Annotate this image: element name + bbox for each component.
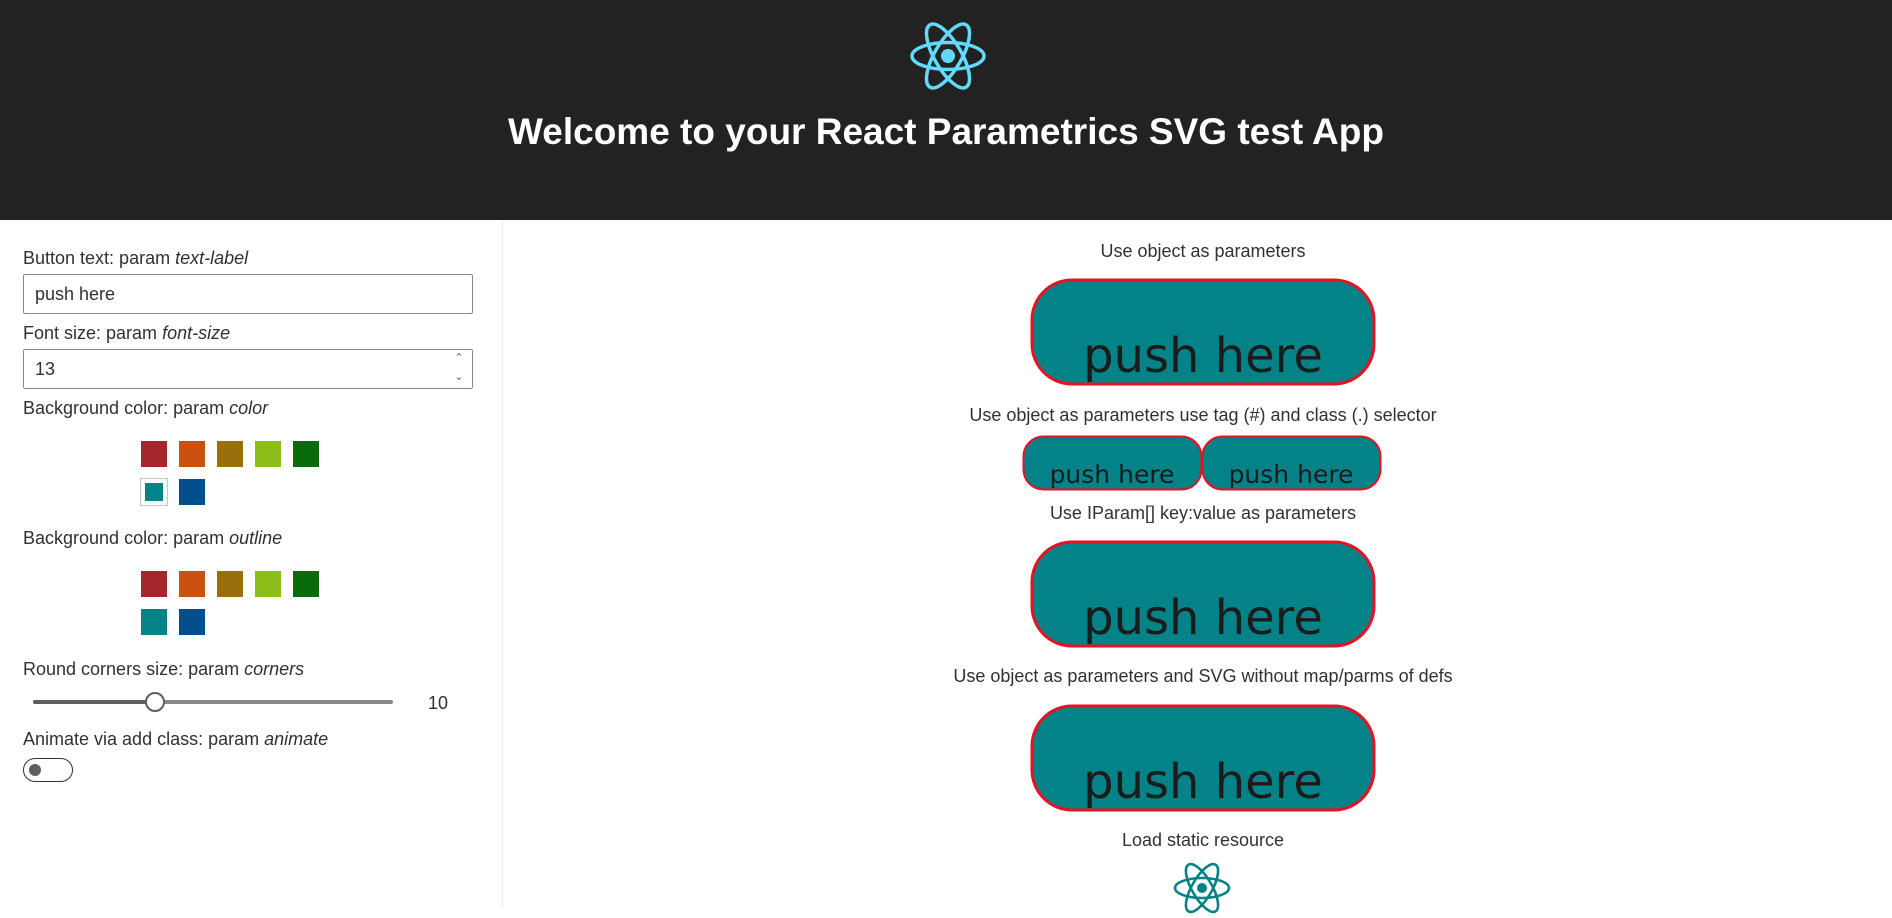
outline-swatch[interactable]: [141, 571, 167, 597]
section-label-svg-no-defs: Use object as parameters and SVG without…: [953, 666, 1453, 686]
animate-toggle[interactable]: [23, 758, 73, 782]
push-button-object-params-text: push here: [1083, 328, 1323, 384]
font-size-value: 13: [35, 359, 56, 379]
color-swatch[interactable]: [255, 441, 281, 467]
push-button-iparam-text: push here: [1083, 590, 1323, 646]
push-button-object-params[interactable]: push here: [1030, 278, 1376, 386]
color-swatch[interactable]: [141, 441, 167, 467]
color-swatch[interactable]: [293, 441, 319, 467]
outline-swatch[interactable]: [179, 609, 205, 635]
corners-slider-thumb[interactable]: [145, 692, 166, 712]
font-size-stepper[interactable]: 13 ⌃ ⌄: [23, 349, 473, 389]
push-button-iparam[interactable]: push here: [1030, 540, 1376, 648]
push-button-class-selector[interactable]: push here: [1201, 435, 1382, 491]
push-button-class-selector-text: push here: [1229, 460, 1354, 489]
push-button-tag-selector[interactable]: push here: [1022, 435, 1203, 491]
outline-label: Background color: param outline: [23, 528, 283, 548]
text-label-input-value: push here: [35, 284, 116, 304]
outline-swatch[interactable]: [217, 571, 243, 597]
react-atom-icon: [910, 22, 986, 90]
color-label: Background color: param color: [23, 398, 269, 418]
color-swatch[interactable]: [179, 479, 205, 505]
color-swatch[interactable]: [217, 441, 243, 467]
section-label-object-params: Use object as parameters: [1100, 241, 1306, 261]
color-swatch[interactable]: [140, 478, 168, 506]
outline-swatch[interactable]: [293, 571, 319, 597]
react-atom-icon: [1173, 862, 1231, 914]
push-button-svg-no-defs-text: push here: [1083, 754, 1323, 810]
text-label-input[interactable]: push here: [23, 274, 473, 314]
app-header: Welcome to your React Parametrics SVG te…: [0, 0, 1892, 220]
chevron-up-icon[interactable]: ⌃: [452, 353, 466, 364]
section-label-static-resource: Load static resource: [1121, 830, 1285, 850]
corners-slider[interactable]: [33, 692, 393, 712]
push-button-tag-selector-text: push here: [1050, 460, 1175, 489]
push-button-svg-no-defs[interactable]: push here: [1030, 704, 1376, 812]
section-label-iparam: Use IParam[] key:value as parameters: [1049, 503, 1357, 523]
corners-value: 10: [428, 693, 449, 713]
outline-swatch[interactable]: [141, 609, 167, 635]
corners-label: Round corners size: param corners: [23, 659, 305, 679]
corners-slider-fill: [33, 700, 156, 704]
animate-toggle-knob: [29, 764, 41, 776]
outline-swatch[interactable]: [179, 571, 205, 597]
outline-swatch[interactable]: [255, 571, 281, 597]
text-label-label: Button text: param text-label: [23, 248, 249, 268]
animate-label: Animate via add class: param animate: [23, 729, 329, 749]
section-label-tag-class-selector: Use object as parameters use tag (#) and…: [969, 405, 1437, 425]
page-title: Welcome to your React Parametrics SVG te…: [508, 111, 1384, 152]
color-swatch[interactable]: [179, 441, 205, 467]
font-size-label: Font size: param font-size: [23, 323, 231, 343]
controls-panel: Button text: param text-label push here …: [0, 220, 503, 908]
chevron-down-icon[interactable]: ⌄: [452, 372, 466, 383]
